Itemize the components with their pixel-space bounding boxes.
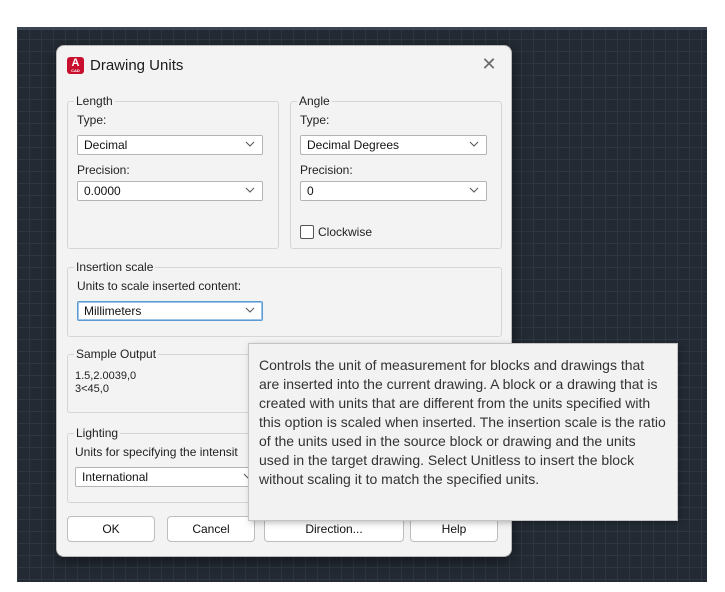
- insertion-units-select[interactable]: Millimeters: [77, 301, 263, 321]
- sample-output-legend: Sample Output: [74, 347, 159, 361]
- insertion-scale-legend: Insertion scale: [74, 260, 156, 274]
- length-type-value: Decimal: [84, 138, 128, 152]
- angle-precision-select[interactable]: 0: [300, 181, 487, 201]
- dialog-title: Drawing Units: [90, 57, 184, 74]
- sample-output-line-2: 3<45,0: [75, 383, 109, 395]
- ok-button[interactable]: OK: [67, 516, 155, 542]
- length-group: Length Type: Decimal Precision: 0.0000: [67, 94, 279, 249]
- length-precision-label: Precision:: [77, 163, 130, 177]
- insertion-units-value: Millimeters: [84, 304, 142, 318]
- insertion-scale-tooltip: Controls the unit of measurement for blo…: [248, 343, 678, 521]
- length-type-select[interactable]: Decimal: [77, 135, 263, 155]
- clockwise-checkbox[interactable]: [300, 225, 314, 239]
- angle-legend: Angle: [297, 94, 332, 108]
- angle-group: Angle Type: Decimal Degrees Precision: 0…: [290, 94, 502, 249]
- lighting-units-select[interactable]: International: [75, 467, 261, 487]
- lighting-legend: Lighting: [74, 426, 121, 440]
- chevron-down-icon: [469, 187, 479, 193]
- length-legend: Length: [74, 94, 115, 108]
- insertion-scale-group: Insertion scale Units to scale inserted …: [67, 260, 502, 337]
- angle-type-value: Decimal Degrees: [307, 138, 400, 152]
- length-type-label: Type:: [77, 113, 107, 127]
- chevron-down-icon: [245, 141, 255, 147]
- chevron-down-icon: [245, 307, 255, 313]
- angle-precision-value: 0: [307, 184, 314, 198]
- close-icon[interactable]: ✕: [479, 54, 499, 74]
- cancel-button[interactable]: Cancel: [167, 516, 255, 542]
- length-precision-value: 0.0000: [84, 184, 121, 198]
- sample-output-line-1: 1.5,2.0039,0: [75, 370, 137, 382]
- angle-precision-label: Precision:: [300, 163, 353, 177]
- lighting-units-value: International: [82, 470, 149, 484]
- length-precision-select[interactable]: 0.0000: [77, 181, 263, 201]
- angle-type-label: Type:: [300, 113, 330, 127]
- chevron-down-icon: [469, 141, 479, 147]
- autocad-app-icon: A CAD: [67, 57, 84, 74]
- lighting-units-label: Units for specifying the intensit: [75, 445, 238, 459]
- clockwise-label[interactable]: Clockwise: [318, 225, 372, 239]
- chevron-down-icon: [245, 187, 255, 193]
- angle-type-select[interactable]: Decimal Degrees: [300, 135, 487, 155]
- insertion-units-label: Units to scale inserted content:: [77, 279, 242, 293]
- app-icon-sub: CAD: [71, 68, 80, 73]
